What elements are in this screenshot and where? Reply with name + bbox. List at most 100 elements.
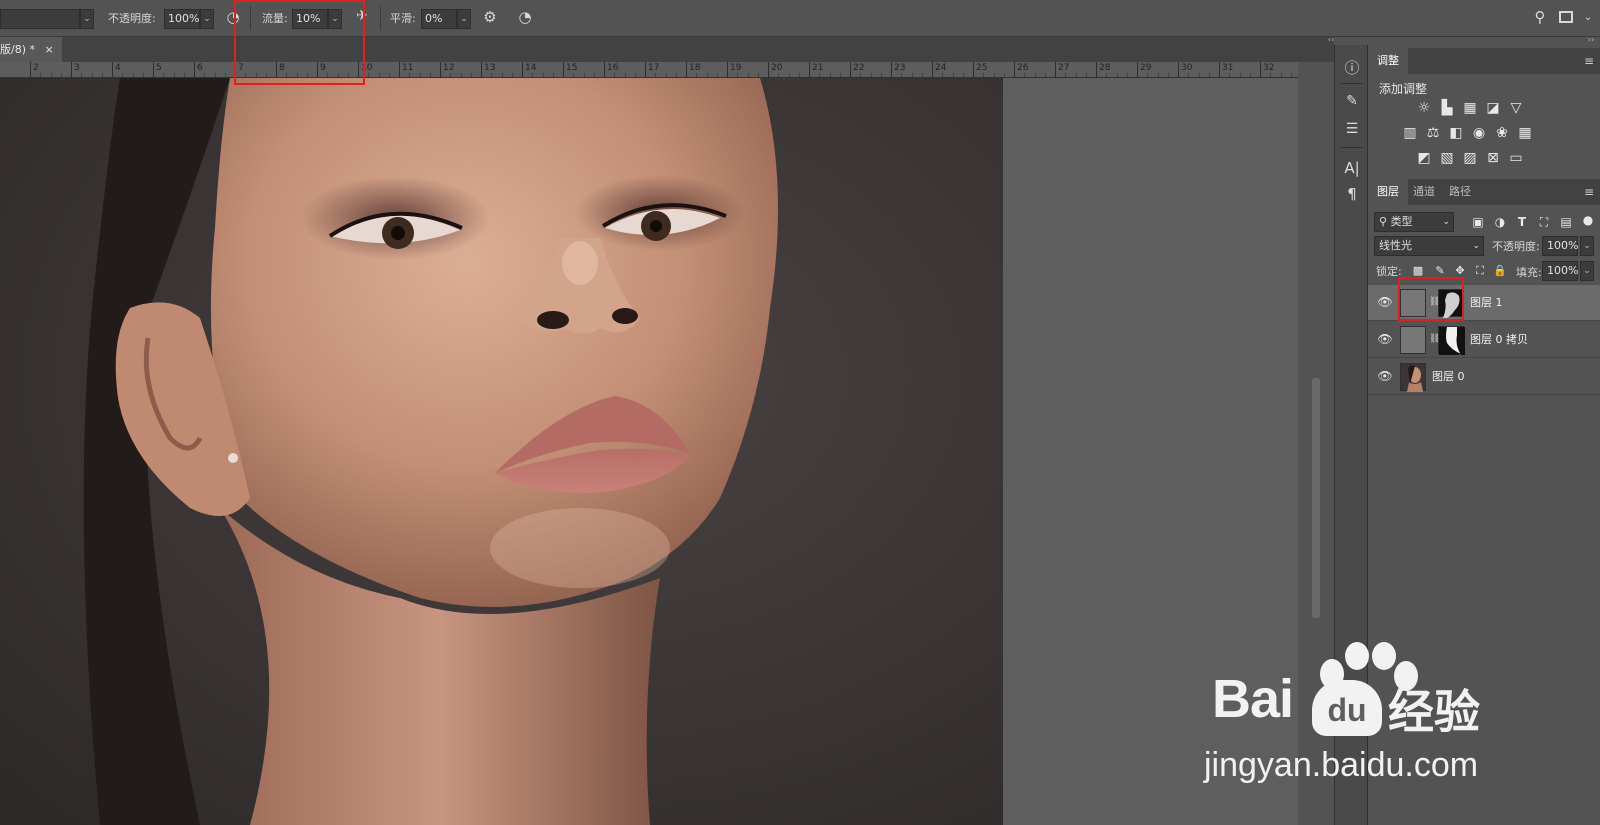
color-balance-icon[interactable]: ⚖ [1423,125,1443,141]
ruler-minor-tick [204,73,206,77]
eye-icon[interactable]: 👁 [1377,369,1393,385]
vertical-scrollbar[interactable] [1312,378,1320,618]
paragraph-icon[interactable]: ¶ [1335,185,1369,203]
layer-name: 图层 0 [1432,370,1465,383]
document-tab-bar: 版/8) * × [0,37,1334,62]
hue-saturation-icon[interactable]: ▥ [1400,125,1420,141]
brush-settings-icon[interactable]: ✎ [1335,93,1369,109]
ruler-minor-tick [962,73,964,77]
ruler-minor-tick [798,73,800,77]
ruler-minor-tick [1198,73,1200,77]
layer-row-layer0[interactable]: 👁 图层 0 [1368,359,1600,395]
opacity-input[interactable]: 100% [164,9,200,29]
collapse-panels-icon[interactable]: ‹‹ [1324,35,1338,45]
character-icon[interactable]: A| [1335,159,1369,177]
pressure-size-icon[interactable]: ◔ [514,8,536,30]
threshold-icon[interactable]: ▨ [1460,150,1480,166]
document-tab-title: 版/8) * [0,43,35,56]
filter-shape-icon[interactable]: ⛶ [1534,214,1554,230]
lock-all-icon[interactable]: 🔒 [1490,263,1510,279]
filter-type-icon[interactable]: T [1512,214,1532,230]
filter-pixel-icon[interactable]: ▣ [1468,214,1488,230]
vibrance-icon[interactable]: ▽ [1506,100,1526,116]
search-icon[interactable]: ⚲ [1530,8,1550,28]
filter-smart-object-icon[interactable]: ▤ [1556,214,1576,230]
ruler-minor-tick [1239,73,1241,77]
brightness-contrast-icon[interactable]: ☼ [1414,100,1434,116]
ruler-minor-tick [552,73,554,77]
brush-presets-icon[interactable]: ☰ [1335,121,1369,137]
horizontal-ruler: 2 3 4 5 6 7 8 9 10 11 12 13 14 15 16 17 18 19 20 21 22 23 24 25… [0,62,1298,78]
invert-icon[interactable]: ◩ [1414,150,1434,166]
panel-menu-icon[interactable]: ≡ [1584,54,1594,68]
ruler-minor-tick [173,73,175,77]
panel-menu-icon[interactable]: ≡ [1584,185,1594,199]
layer-filter-select[interactable]: ⚲ 类型 ⌄ [1374,212,1454,232]
close-icon[interactable]: × [45,43,54,56]
lock-artboard-icon[interactable]: ⛶ [1470,263,1490,279]
levels-icon[interactable]: ▙ [1437,100,1457,116]
tab-layers[interactable]: 图层 [1368,179,1408,205]
mask-thumbnail[interactable] [1438,326,1465,355]
eye-icon[interactable]: 👁 [1377,332,1393,348]
ruler-minor-tick [542,73,544,77]
photo-filter-icon[interactable]: ◉ [1469,125,1489,141]
filter-adjustment-icon[interactable]: ◑ [1490,214,1510,230]
gear-icon[interactable]: ⚙ [479,8,501,30]
ruler-minor-tick [388,73,390,77]
highlight-box-mask [1398,277,1464,321]
opacity-dropdown[interactable]: ⌄ [200,9,214,29]
ruler-minor-tick [409,73,411,77]
ruler-minor-tick [860,73,862,77]
tab-paths[interactable]: 路径 [1440,179,1480,205]
eye-icon[interactable]: 👁 [1377,295,1393,311]
workspace-dropdown-icon[interactable]: ⌄ [1580,8,1596,28]
selective-color-icon[interactable]: ⊠ [1483,150,1503,166]
layer-opacity-dropdown[interactable]: ⌄ [1580,236,1594,256]
ruler-minor-tick [757,73,759,77]
ruler-tick: 3 [71,62,80,77]
ruler-minor-tick [901,73,903,77]
curves-icon[interactable]: ▦ [1460,100,1480,116]
fill-dropdown[interactable]: ⌄ [1580,261,1594,281]
black-white-icon[interactable]: ◧ [1446,125,1466,141]
layer-thumbnail[interactable] [1400,326,1426,354]
portrait-photo[interactable] [0,78,1003,825]
filter-toggle-icon[interactable]: ● [1578,212,1598,228]
canvas-workspace[interactable] [0,0,1298,825]
ruler-tick: 21 [809,62,823,77]
ruler-minor-tick [829,73,831,77]
ruler-minor-tick [1024,73,1026,77]
ruler-tick: 24 [932,62,946,77]
ruler-minor-tick [1085,73,1087,77]
tool-preset-dropdown[interactable]: ⌄ [80,9,94,29]
ruler-tick: 17 [645,62,659,77]
portrait-image [0,78,1003,825]
posterize-icon[interactable]: ▧ [1437,150,1457,166]
layer-opacity-input[interactable]: 100% [1542,236,1578,256]
gradient-map-icon[interactable]: ▭ [1506,150,1526,166]
info-icon[interactable]: ⓘ [1335,57,1369,78]
document-tab[interactable]: 版/8) * × [0,37,62,62]
ruler-minor-tick [942,73,944,77]
expand-panels-icon[interactable]: ›› [1584,35,1598,45]
smoothing-dropdown[interactable]: ⌄ [457,9,471,29]
tool-preset-select[interactable] [0,9,80,29]
layer-thumbnail[interactable] [1400,363,1426,392]
exposure-icon[interactable]: ◪ [1483,100,1503,116]
fill-input[interactable]: 100% [1542,261,1578,281]
ruler-minor-tick [132,73,134,77]
tab-channels[interactable]: 通道 [1404,179,1444,205]
blend-mode-select[interactable]: 线性光 ⌄ [1374,236,1484,256]
layer-row-layer0-copy[interactable]: 👁 ⛓ 图层 0 拷贝 [1368,322,1600,358]
workspace-icon[interactable] [1556,8,1576,28]
color-lookup-icon[interactable]: ▦ [1515,125,1535,141]
ruler-minor-tick [50,73,52,77]
channel-mixer-icon[interactable]: ❀ [1492,125,1512,141]
tab-adjustments[interactable]: 调整 [1368,48,1408,74]
ruler-minor-tick [1075,73,1077,77]
ruler-minor-tick [1229,73,1231,77]
smoothing-input[interactable]: 0% [421,9,457,29]
layer-name: 图层 1 [1470,296,1503,309]
ruler-minor-tick [655,73,657,77]
